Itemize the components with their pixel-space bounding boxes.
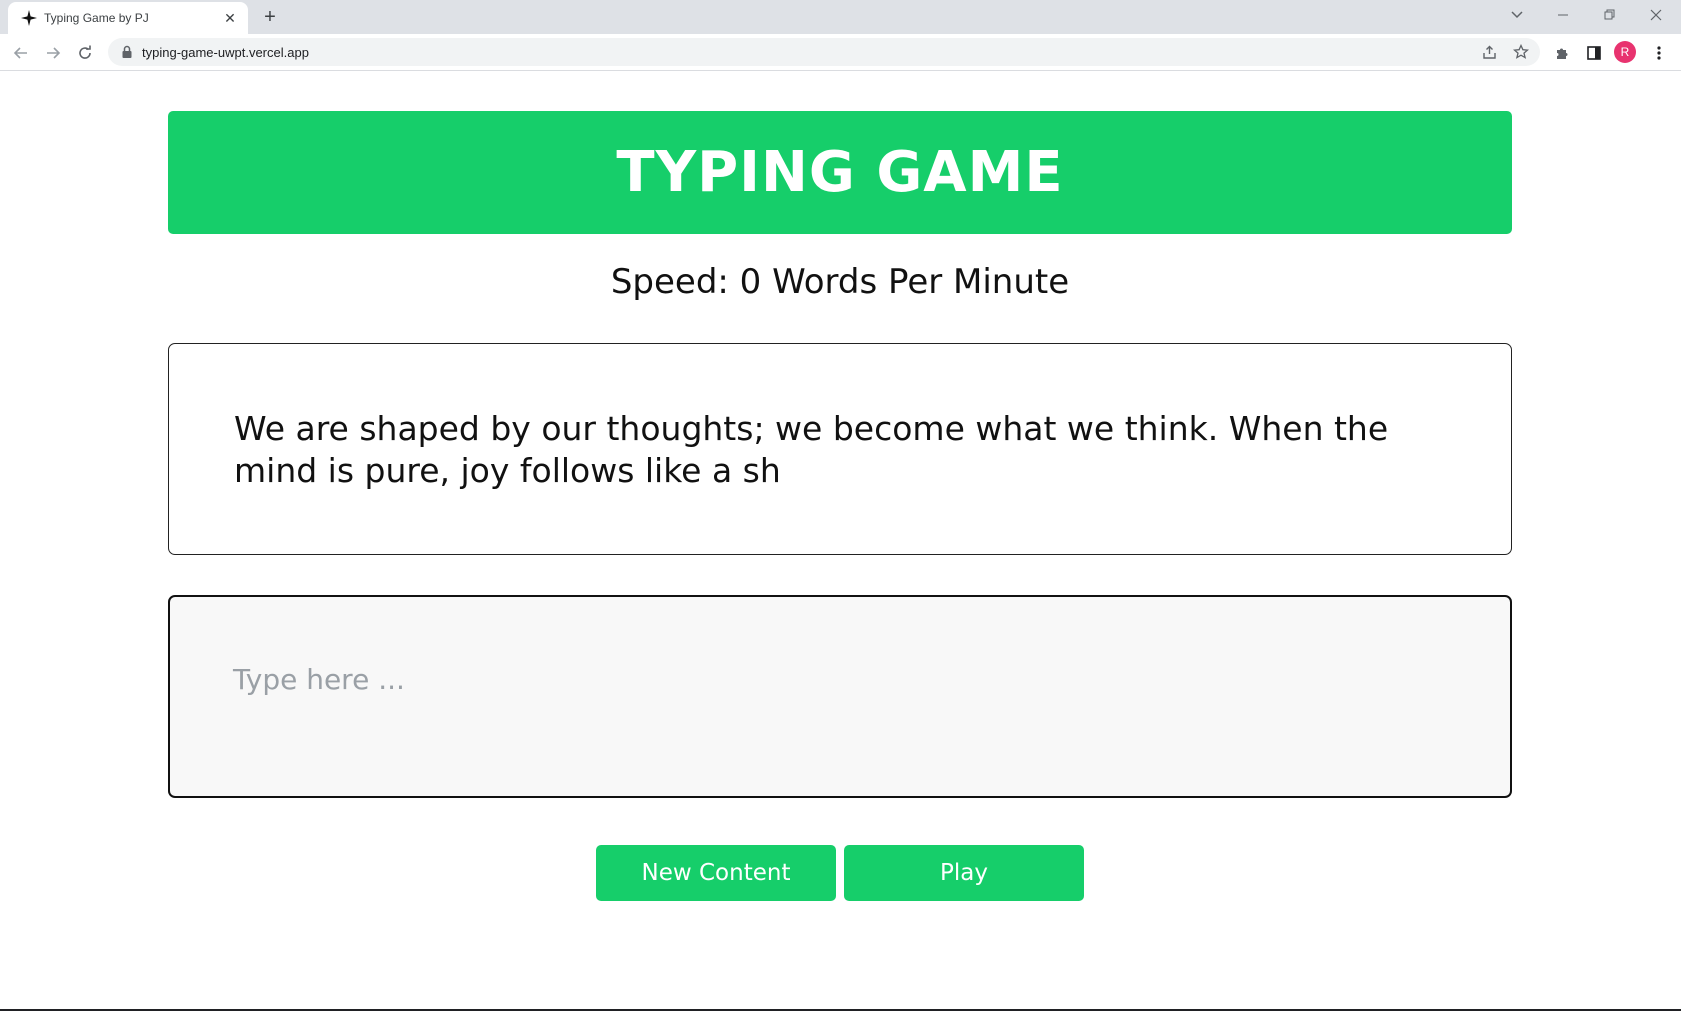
more-menu-icon[interactable] [1648,42,1670,64]
close-tab-icon[interactable]: ✕ [220,8,240,28]
quote-box: We are shaped by our thoughts; we become… [168,343,1512,555]
url-text: typing-game-uwpt.vercel.app [142,45,309,60]
reload-icon[interactable] [72,40,98,66]
address-bar[interactable]: typing-game-uwpt.vercel.app [108,38,1540,66]
extensions-puzzle-icon[interactable] [1551,42,1573,64]
browser-toolbar: typing-game-uwpt.vercel.app R [0,34,1681,71]
tab-title: Typing Game by PJ [44,11,149,25]
speed-readout: Speed: 0 Words Per Minute [610,262,1070,302]
tab-search-chevron-icon[interactable] [1494,0,1540,30]
title-banner: TYPING GAME [168,111,1512,234]
tab-strip: Typing Game by PJ ✕ + [0,0,1681,34]
minimize-icon[interactable] [1541,0,1587,30]
quote-text: We are shaped by our thoughts; we become… [234,409,1389,490]
back-arrow-icon[interactable] [8,40,34,66]
forward-arrow-icon[interactable] [40,40,66,66]
lock-icon [122,45,132,58]
typing-input[interactable] [168,595,1512,798]
new-tab-button[interactable]: + [258,5,282,29]
restore-icon[interactable] [1587,0,1633,30]
new-content-button[interactable]: New Content [596,845,836,901]
profile-avatar[interactable]: R [1614,41,1636,63]
browser-tab[interactable]: Typing Game by PJ ✕ [8,2,248,34]
share-icon[interactable] [1480,42,1500,62]
close-window-icon[interactable] [1633,0,1679,30]
sparkle-favicon-icon [21,10,37,26]
side-panel-icon[interactable] [1583,42,1605,64]
bookmark-star-icon[interactable] [1511,42,1531,62]
page-content: TYPING GAME Speed: 0 Words Per Minute We… [0,72,1681,1011]
play-button[interactable]: Play [844,845,1084,901]
page-title: TYPING GAME [616,140,1064,205]
